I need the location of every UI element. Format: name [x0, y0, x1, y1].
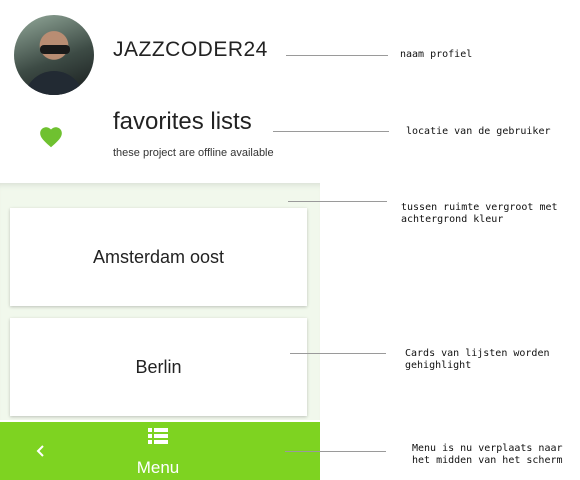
list-card-berlin[interactable]: Berlin: [10, 318, 307, 416]
favorites-list-area[interactable]: Amsterdam oost Berlin: [0, 183, 320, 420]
chevron-left-icon[interactable]: [33, 440, 49, 462]
avatar-sunglasses: [40, 45, 70, 54]
avatar-shirt: [24, 71, 84, 95]
annotation-menu-centered: Menu is nu verplaats naar het midden van…: [412, 443, 563, 466]
bottom-menu-bar: Menu: [0, 422, 320, 480]
phone-screen: JAZZCODER24 favorites lists these projec…: [0, 0, 320, 480]
list-card-label: Amsterdam oost: [92, 246, 225, 267]
list-card-label: Berlin: [135, 356, 182, 377]
list-icon: [148, 428, 168, 444]
menu-button[interactable]: Menu: [118, 422, 198, 480]
annotation-line-spacing: [288, 201, 387, 202]
annotation-line-menu: [285, 451, 386, 452]
annotation-profile-name: naam profiel: [400, 49, 473, 60]
profile-username: JAZZCODER24: [113, 38, 268, 61]
heart-icon: [40, 127, 62, 148]
annotation-spacing: tussen ruimte vergroot met achtergrond k…: [401, 202, 558, 225]
favorites-title: favorites lists: [113, 108, 252, 135]
annotation-line-profile: [286, 55, 388, 56]
list-card-amsterdam-oost[interactable]: Amsterdam oost: [10, 208, 307, 306]
annotation-user-location: locatie van de gebruiker: [406, 126, 551, 137]
annotation-line-cards: [290, 353, 386, 354]
favorites-subtitle: these project are offline available: [113, 147, 274, 159]
annotation-cards-highlight: Cards van lijsten worden gehighlight: [405, 348, 550, 371]
annotation-line-location: [273, 131, 389, 132]
avatar[interactable]: [14, 15, 94, 95]
menu-label: Menu: [136, 458, 180, 477]
